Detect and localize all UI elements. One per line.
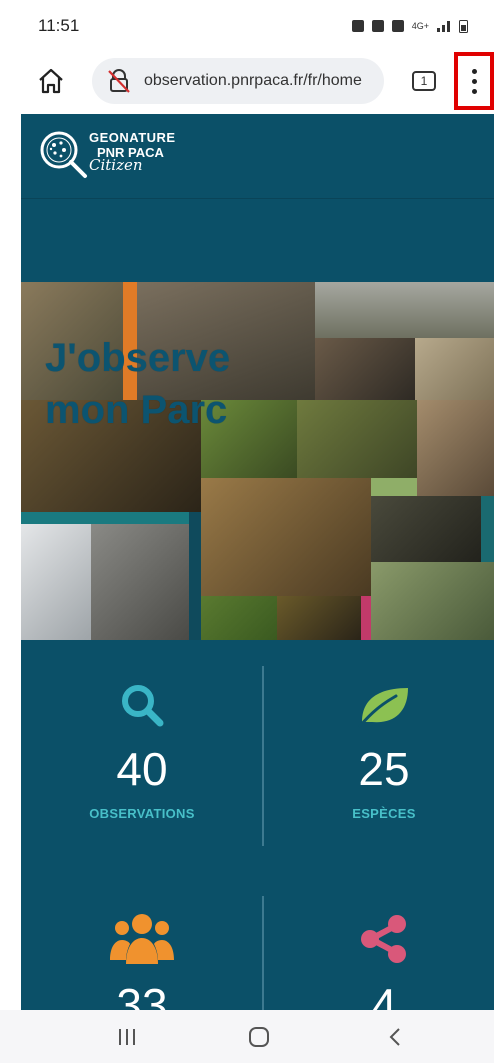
hero-title-line2: mon Parc: [45, 388, 228, 432]
site-header: GEONATURE PNR PACA Citizen: [21, 114, 494, 199]
photo-owl-small: [415, 338, 494, 400]
stat-programs: 4: [284, 914, 484, 1010]
users-icon: [110, 914, 174, 964]
site-brand[interactable]: GEONATURE PNR PACA Citizen: [89, 130, 176, 174]
stat-species: 25 ESPÈCES: [284, 682, 484, 821]
status-bar: 11:51 4G+: [0, 0, 494, 52]
stat-programs-value: 4: [371, 979, 397, 1010]
photo-lizard: [201, 478, 371, 596]
accent-pink-bar: [361, 596, 371, 640]
stats-divider: [262, 896, 264, 1010]
browser-toolbar: observation.pnrpaca.fr/fr/home 1: [0, 52, 494, 110]
accent-green-bar: [371, 478, 417, 496]
photo-salamander: [277, 596, 361, 640]
alarm-icon: [371, 20, 384, 32]
hero-title-line1: J'observe: [45, 336, 231, 380]
menu-dot: [471, 78, 477, 84]
stat-observers: 33: [42, 910, 242, 1010]
stat-observations-value: 40: [116, 743, 168, 795]
photo-badger: [315, 338, 415, 400]
photo-nuthatch: [371, 496, 481, 562]
share-icon: [361, 915, 406, 963]
web-page: GEONATURE PNR PACA Citizen J'observe mon…: [21, 114, 494, 1010]
status-icons: 4G+: [351, 19, 468, 33]
leaf-icon: [358, 688, 408, 728]
stats-divider: [262, 666, 264, 846]
url-text[interactable]: observation.pnrpaca.fr/fr/home: [144, 72, 362, 90]
not-secure-icon[interactable]: [106, 68, 132, 94]
stat-observers-value: 33: [116, 979, 168, 1010]
recent-apps-icon[interactable]: [112, 1024, 142, 1050]
back-icon[interactable]: [380, 1024, 410, 1050]
menu-dot: [471, 88, 477, 94]
signal-icon: [437, 21, 450, 32]
home-nav-icon[interactable]: [244, 1024, 274, 1050]
stats-section: 40 OBSERVATIONS 25 ESPÈCES 33 4: [21, 640, 494, 1010]
mute-icon: [391, 20, 404, 32]
menu-dot: [471, 68, 477, 74]
photo-snake: [297, 400, 417, 478]
search-icon: [122, 685, 164, 727]
status-time: 11:51: [38, 16, 80, 35]
photo-chamois: [91, 524, 189, 640]
accent-teal-bar: [481, 496, 494, 562]
home-icon[interactable]: [36, 66, 66, 96]
photo-fox: [201, 596, 277, 640]
photo-tit: [315, 282, 494, 338]
more-options-button[interactable]: [454, 52, 494, 110]
network-type: 4G+: [411, 21, 429, 31]
hero-title: J'observe mon Parc: [45, 332, 230, 436]
system-navigation-bar: [0, 1010, 494, 1063]
stat-species-label: ESPÈCES: [352, 806, 416, 821]
address-bar[interactable]: observation.pnrpaca.fr/fr/home: [92, 58, 384, 104]
magnifier-logo-icon[interactable]: [37, 128, 93, 184]
stat-species-value: 25: [358, 743, 410, 795]
photo-ptarmigan: [21, 524, 91, 640]
battery-icon: [459, 20, 468, 33]
brand-line1: GEONATURE: [89, 130, 176, 145]
accent-teal-top: [21, 512, 189, 524]
accent-navy-bar: [189, 512, 201, 640]
photo-marmot: [417, 400, 494, 496]
stat-observations: 40 OBSERVATIONS: [42, 682, 242, 821]
hero-collage: J'observe mon Parc: [21, 282, 494, 640]
photo-apollo-butterfly: [371, 562, 494, 640]
notification-icon: [351, 20, 364, 32]
tab-switcher-button[interactable]: 1: [412, 71, 436, 91]
stat-observations-label: OBSERVATIONS: [89, 806, 195, 821]
